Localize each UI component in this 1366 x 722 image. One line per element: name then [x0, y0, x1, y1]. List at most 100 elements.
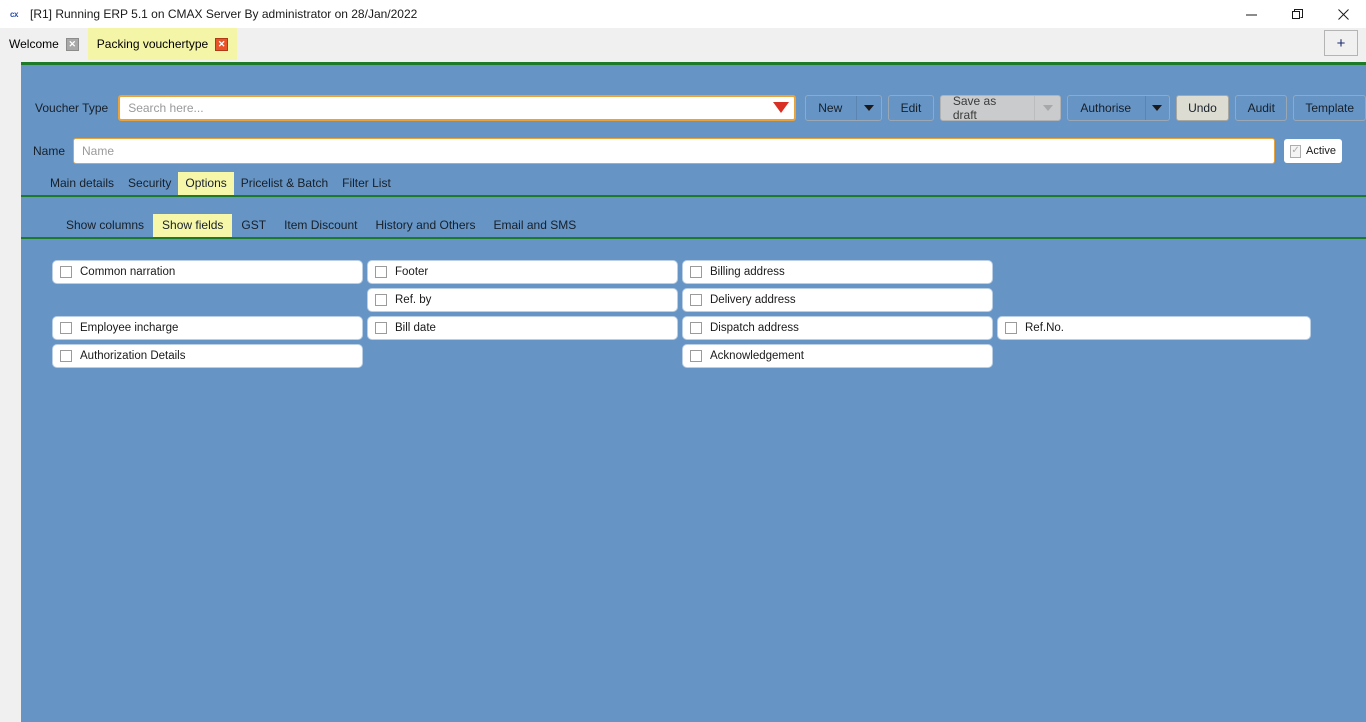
- voucher-type-search-wrap: [118, 95, 797, 121]
- checkbox-icon[interactable]: [690, 294, 702, 306]
- main-tab-bar: Main details Security Options Pricelist …: [21, 172, 1366, 197]
- tab-security[interactable]: Security: [121, 172, 178, 195]
- active-checkbox-check-icon: ✓: [1290, 144, 1302, 158]
- authorise-button-chevron-down-icon[interactable]: [1145, 96, 1169, 120]
- name-input[interactable]: [73, 138, 1275, 164]
- checkbox-acknowledgement[interactable]: Acknowledgement: [683, 345, 992, 367]
- checkbox-icon[interactable]: [690, 350, 702, 362]
- grid-cell-empty: [998, 289, 1313, 317]
- checkbox-label: Employee incharge: [80, 322, 179, 334]
- subtab-show-columns[interactable]: Show columns: [57, 214, 153, 237]
- checkbox-icon[interactable]: [690, 266, 702, 278]
- window-controls: [1228, 0, 1366, 28]
- checkbox-common-narration[interactable]: Common narration: [53, 261, 362, 283]
- sub-tab-bar: Show columns Show fields GST Item Discou…: [21, 214, 1366, 239]
- checkbox-icon[interactable]: [690, 322, 702, 334]
- checkbox-authorization-details[interactable]: Authorization Details: [53, 345, 362, 367]
- checkbox-icon[interactable]: [60, 266, 72, 278]
- grid-cell: Employee incharge: [53, 317, 368, 345]
- checkbox-ref-no[interactable]: Ref.No.: [998, 317, 1310, 339]
- subtab-history-and-others[interactable]: History and Others: [366, 214, 484, 237]
- grid-cell: Ref.No.: [998, 317, 1313, 345]
- grid-cell: Dispatch address: [683, 317, 998, 345]
- checkbox-icon[interactable]: [1005, 322, 1017, 334]
- checkbox-employee-incharge[interactable]: Employee incharge: [53, 317, 362, 339]
- checkbox-delivery-address[interactable]: Delivery address: [683, 289, 992, 311]
- subtab-item-discount[interactable]: Item Discount: [275, 214, 366, 237]
- checkbox-dispatch-address[interactable]: Dispatch address: [683, 317, 992, 339]
- grid-cell-empty: [53, 289, 368, 317]
- save-as-draft-button[interactable]: Save as draft: [939, 94, 1062, 122]
- tab-options[interactable]: Options: [178, 172, 234, 195]
- app-icon: cx: [10, 9, 18, 19]
- grid-cell: Billing address: [683, 261, 998, 289]
- new-button[interactable]: New: [805, 95, 883, 121]
- tab-welcome-close-icon[interactable]: ✕: [65, 37, 79, 51]
- checkbox-label: Ref.No.: [1025, 322, 1064, 334]
- tab-packing-vouchertype-label: Packing vouchertype: [96, 37, 209, 51]
- subtab-email-and-sms[interactable]: Email and SMS: [485, 214, 586, 237]
- checkbox-label: Acknowledgement: [710, 350, 804, 362]
- checkbox-label: Ref. by: [395, 294, 432, 306]
- audit-button[interactable]: Audit: [1235, 95, 1288, 121]
- action-toolbar: New Edit Save as draft Authorise Undo Au…: [805, 94, 1366, 122]
- title-bar: cx [R1] Running ERP 5.1 on CMAX Server B…: [0, 0, 1366, 28]
- dropdown-caret-icon[interactable]: [773, 102, 790, 113]
- checkbox-label: Delivery address: [710, 294, 796, 306]
- checkbox-label: Bill date: [395, 322, 436, 334]
- save-as-draft-chevron-down-icon[interactable]: [1033, 96, 1061, 120]
- checkbox-icon[interactable]: [375, 266, 387, 278]
- restore-icon[interactable]: [1274, 0, 1320, 28]
- window-title: [R1] Running ERP 5.1 on CMAX Server By a…: [30, 7, 418, 21]
- grid-cell: Common narration: [53, 261, 368, 289]
- grid-cell-empty: [368, 345, 683, 373]
- grid-cell-empty: [998, 261, 1313, 289]
- grid-cell: Acknowledgement: [683, 345, 998, 373]
- checkbox-label: Authorization Details: [80, 350, 186, 362]
- close-icon[interactable]: [1320, 0, 1366, 28]
- new-tab-button[interactable]: +: [1324, 30, 1358, 56]
- new-button-chevron-down-icon[interactable]: [856, 96, 881, 120]
- checkbox-icon[interactable]: [375, 322, 387, 334]
- fields-row: Employee incharge Bill date Dispatch add…: [53, 317, 1343, 345]
- subtab-show-fields[interactable]: Show fields: [153, 214, 233, 237]
- tab-filter-list[interactable]: Filter List: [335, 172, 398, 195]
- grid-cell: Authorization Details: [53, 345, 368, 373]
- tab-packing-vouchertype[interactable]: Packing vouchertype ✕: [87, 28, 238, 60]
- checkbox-label: Dispatch address: [710, 322, 799, 334]
- grid-cell-empty: [998, 345, 1313, 373]
- tab-packing-vouchertype-close-icon[interactable]: ✕: [215, 37, 229, 51]
- tab-pricelist-and-batch[interactable]: Pricelist & Batch: [234, 172, 335, 195]
- grid-cell: Bill date: [368, 317, 683, 345]
- checkbox-footer[interactable]: Footer: [368, 261, 677, 283]
- tab-strip: Welcome ✕ Packing vouchertype ✕ +: [0, 28, 1366, 60]
- checkbox-icon[interactable]: [375, 294, 387, 306]
- edit-button[interactable]: Edit: [888, 95, 934, 121]
- grid-cell: Footer: [368, 261, 683, 289]
- name-row: Name ✓ Active: [21, 136, 1366, 166]
- checkbox-icon[interactable]: [60, 350, 72, 362]
- tab-welcome-label: Welcome: [9, 37, 59, 51]
- authorise-button[interactable]: Authorise: [1067, 95, 1170, 121]
- fields-row: Common narration Footer Billing address: [53, 261, 1343, 289]
- checkbox-icon[interactable]: [60, 322, 72, 334]
- authorise-button-label: Authorise: [1080, 101, 1132, 115]
- save-as-draft-label: Save as draft: [952, 94, 997, 122]
- voucher-type-search-input[interactable]: [118, 95, 797, 121]
- fields-row: Ref. by Delivery address: [53, 289, 1343, 317]
- checkbox-bill-date[interactable]: Bill date: [368, 317, 677, 339]
- voucher-type-row: Voucher Type New Edit Save as draft Auth…: [21, 93, 1366, 123]
- minimize-icon[interactable]: [1228, 0, 1274, 28]
- active-checkbox-label: Active: [1306, 145, 1336, 157]
- undo-button[interactable]: Undo: [1175, 95, 1230, 121]
- show-fields-grid: Common narration Footer Billing address: [53, 261, 1343, 373]
- checkbox-billing-address[interactable]: Billing address: [683, 261, 992, 283]
- template-button[interactable]: Template: [1293, 95, 1366, 121]
- checkbox-ref-by[interactable]: Ref. by: [368, 289, 677, 311]
- active-checkbox[interactable]: ✓ Active: [1284, 139, 1342, 163]
- voucher-type-label: Voucher Type: [35, 101, 109, 115]
- tab-welcome[interactable]: Welcome ✕: [0, 28, 88, 60]
- tab-main-details[interactable]: Main details: [43, 172, 121, 195]
- fields-row: Authorization Details Acknowledgement: [53, 345, 1343, 373]
- subtab-gst[interactable]: GST: [232, 214, 275, 237]
